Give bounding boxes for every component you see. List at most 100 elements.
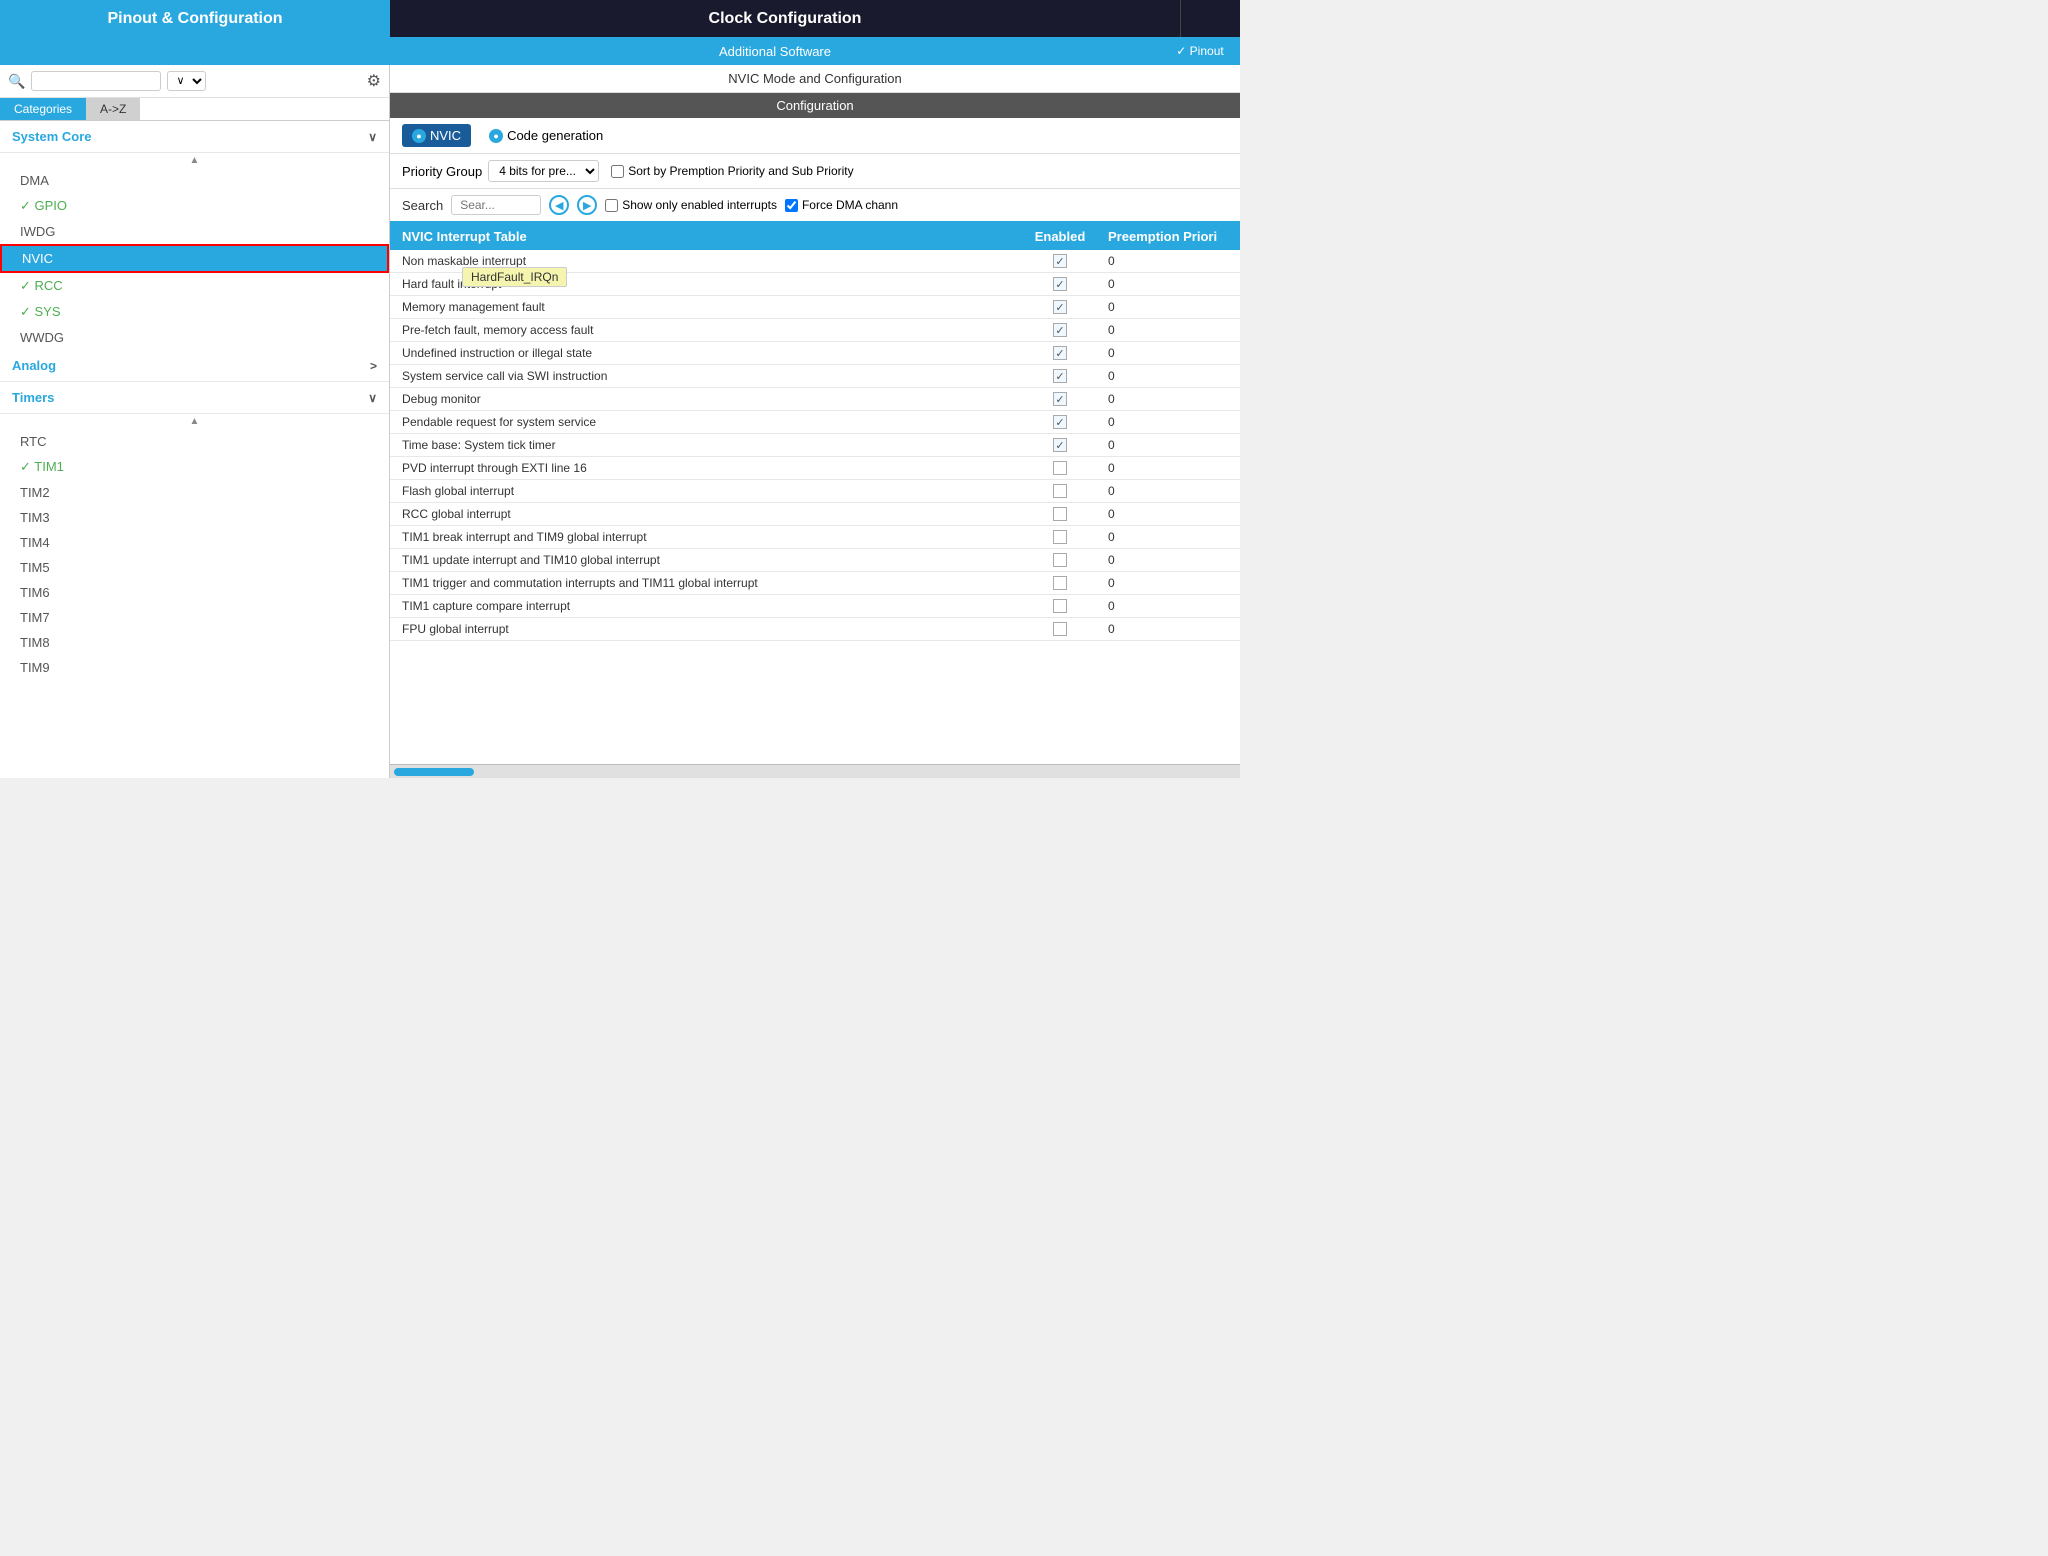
priority-group-select[interactable]: 4 bits for pre... bbox=[488, 160, 599, 182]
nvic-tab-icon: ● bbox=[412, 129, 426, 143]
enabled-cell[interactable] bbox=[1020, 553, 1100, 567]
enabled-cell[interactable] bbox=[1020, 461, 1100, 475]
table-row: RCC global interrupt 0 bbox=[390, 503, 1240, 526]
enabled-cell[interactable] bbox=[1020, 484, 1100, 498]
tab-az[interactable]: A->Z bbox=[86, 98, 140, 120]
sidebar-item-tim8[interactable]: TIM8 bbox=[0, 630, 389, 655]
table-row: Pre-fetch fault, memory access fault 0 bbox=[390, 319, 1240, 342]
preemption-cell: 0 bbox=[1100, 369, 1240, 383]
enabled-cell[interactable] bbox=[1020, 346, 1100, 360]
enabled-cell[interactable] bbox=[1020, 530, 1100, 544]
sidebar-item-nvic[interactable]: NVIC bbox=[0, 244, 389, 273]
preemption-cell: 0 bbox=[1100, 553, 1240, 567]
preemption-cell: 0 bbox=[1100, 507, 1240, 521]
table-row: TIM1 break interrupt and TIM9 global int… bbox=[390, 526, 1240, 549]
table-row: TIM1 update interrupt and TIM10 global i… bbox=[390, 549, 1240, 572]
sidebar-item-tim1[interactable]: ✓ TIM1 bbox=[0, 454, 389, 480]
preemption-cell: 0 bbox=[1100, 622, 1240, 636]
search-label: Search bbox=[402, 198, 443, 213]
horizontal-scrollbar[interactable] bbox=[390, 764, 1240, 778]
section-system-core: System Core ∨ ▲ DMA GPIO IWDG NVIC ✓ RCC… bbox=[0, 121, 389, 350]
additional-software-label[interactable]: Additional Software bbox=[390, 37, 1160, 65]
gear-icon[interactable]: ⚙ bbox=[367, 71, 381, 91]
table-header: NVIC Interrupt Table Enabled Preemption … bbox=[390, 223, 1240, 250]
interrupt-name: Non maskable interrupt bbox=[390, 254, 1020, 268]
show-enabled-checkbox[interactable] bbox=[605, 199, 618, 212]
code-gen-tab-icon: ● bbox=[489, 129, 503, 143]
force-dma-label[interactable]: Force DMA chann bbox=[785, 198, 898, 212]
sidebar-item-gpio[interactable]: GPIO bbox=[0, 193, 389, 219]
sort-checkbox[interactable] bbox=[611, 165, 624, 178]
enabled-cell[interactable] bbox=[1020, 277, 1100, 291]
table-row: PVD interrupt through EXTI line 16 0 bbox=[390, 457, 1240, 480]
pinout-nav-label[interactable]: ✓ Pinout bbox=[1160, 37, 1240, 65]
search-next-btn[interactable]: ▶ bbox=[577, 195, 597, 215]
interrupt-name: Time base: System tick timer bbox=[390, 438, 1020, 452]
interrupt-name: PVD interrupt through EXTI line 16 bbox=[390, 461, 1020, 475]
sidebar-tabs: Categories A->Z bbox=[0, 98, 389, 121]
enabled-cell[interactable] bbox=[1020, 369, 1100, 383]
sidebar-item-tim5[interactable]: TIM5 bbox=[0, 555, 389, 580]
enabled-cell[interactable] bbox=[1020, 323, 1100, 337]
preemption-cell: 0 bbox=[1100, 392, 1240, 406]
sidebar-item-dma[interactable]: DMA bbox=[0, 168, 389, 193]
enabled-cell[interactable] bbox=[1020, 599, 1100, 613]
nvic-search-input[interactable] bbox=[451, 195, 541, 215]
search-icon: 🔍 bbox=[8, 73, 25, 90]
enabled-cell[interactable] bbox=[1020, 392, 1100, 406]
sidebar-item-wwdg[interactable]: WWDG bbox=[0, 325, 389, 350]
table-row: System service call via SWI instruction … bbox=[390, 365, 1240, 388]
table-row: Debug monitor 0 bbox=[390, 388, 1240, 411]
sidebar-item-tim6[interactable]: TIM6 bbox=[0, 580, 389, 605]
section-analog-header[interactable]: Analog > bbox=[0, 350, 389, 382]
scroll-up-btn[interactable]: ▲ bbox=[0, 153, 389, 168]
sidebar-search-row: 🔍 ∨ ⚙ bbox=[0, 65, 389, 98]
th-preemption: Preemption Priori bbox=[1100, 229, 1240, 244]
section-timers-header[interactable]: Timers ∨ bbox=[0, 382, 389, 414]
show-enabled-label[interactable]: Show only enabled interrupts bbox=[605, 198, 777, 212]
preemption-cell: 0 bbox=[1100, 461, 1240, 475]
sidebar-item-rcc[interactable]: ✓ RCC bbox=[0, 273, 389, 299]
sort-checkbox-label[interactable]: Sort by Premption Priority and Sub Prior… bbox=[611, 164, 853, 178]
sidebar-item-rtc[interactable]: RTC bbox=[0, 429, 389, 454]
search-row: Search ◀ ▶ Show only enabled interrupts … bbox=[390, 189, 1240, 223]
enabled-cell[interactable] bbox=[1020, 300, 1100, 314]
tab-nvic[interactable]: ● NVIC bbox=[402, 124, 471, 147]
scrollbar-thumb[interactable] bbox=[394, 768, 474, 776]
search-prev-btn[interactable]: ◀ bbox=[549, 195, 569, 215]
sidebar-item-sys[interactable]: ✓ SYS bbox=[0, 299, 389, 325]
scroll-up-btn-2[interactable]: ▲ bbox=[0, 414, 389, 429]
section-system-core-header[interactable]: System Core ∨ bbox=[0, 121, 389, 153]
section-timers: Timers ∨ ▲ RTC ✓ TIM1 TIM2 TIM3 TIM4 TIM… bbox=[0, 382, 389, 680]
sidebar-item-tim4[interactable]: TIM4 bbox=[0, 530, 389, 555]
preemption-cell: 0 bbox=[1100, 530, 1240, 544]
mode-bar: NVIC Mode and Configuration bbox=[390, 65, 1240, 93]
preemption-cell: 0 bbox=[1100, 576, 1240, 590]
interrupt-name: TIM1 capture compare interrupt bbox=[390, 599, 1020, 613]
sub-header: Additional Software ✓ Pinout bbox=[0, 37, 1240, 65]
interrupt-name: Undefined instruction or illegal state bbox=[390, 346, 1020, 360]
enabled-cell[interactable] bbox=[1020, 576, 1100, 590]
force-dma-checkbox[interactable] bbox=[785, 199, 798, 212]
sidebar-item-tim3[interactable]: TIM3 bbox=[0, 505, 389, 530]
enabled-cell[interactable] bbox=[1020, 438, 1100, 452]
sidebar-item-tim9[interactable]: TIM9 bbox=[0, 655, 389, 680]
table-row: Time base: System tick timer 0 bbox=[390, 434, 1240, 457]
interrupt-name: FPU global interrupt bbox=[390, 622, 1020, 636]
search-input[interactable] bbox=[31, 71, 161, 91]
interrupt-name: TIM1 update interrupt and TIM10 global i… bbox=[390, 553, 1020, 567]
sidebar-item-tim7[interactable]: TIM7 bbox=[0, 605, 389, 630]
search-dropdown[interactable]: ∨ bbox=[167, 71, 206, 91]
tab-code-generation[interactable]: ● Code generation bbox=[479, 124, 613, 147]
preemption-cell: 0 bbox=[1100, 484, 1240, 498]
tab-categories[interactable]: Categories bbox=[0, 98, 86, 120]
section-analog: Analog > bbox=[0, 350, 389, 382]
sidebar-item-iwdg[interactable]: IWDG bbox=[0, 219, 389, 244]
sidebar-item-tim2[interactable]: TIM2 bbox=[0, 480, 389, 505]
enabled-cell[interactable] bbox=[1020, 254, 1100, 268]
preemption-cell: 0 bbox=[1100, 254, 1240, 268]
enabled-cell[interactable] bbox=[1020, 415, 1100, 429]
sidebar-content: System Core ∨ ▲ DMA GPIO IWDG NVIC ✓ RCC… bbox=[0, 121, 389, 778]
enabled-cell[interactable] bbox=[1020, 622, 1100, 636]
enabled-cell[interactable] bbox=[1020, 507, 1100, 521]
